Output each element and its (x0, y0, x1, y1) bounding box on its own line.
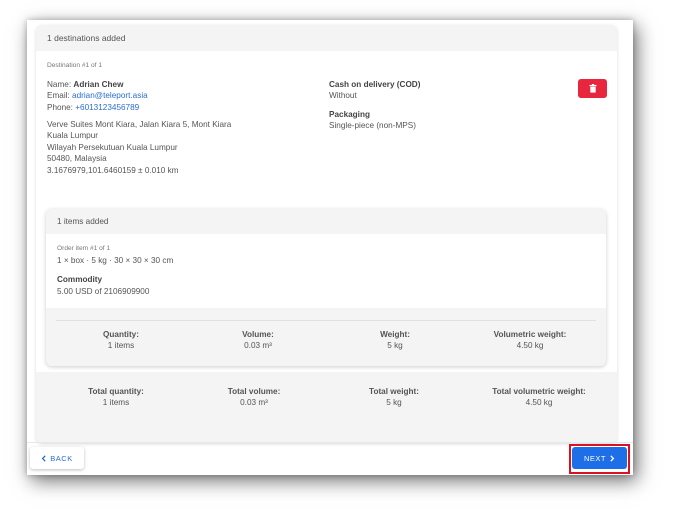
summary-label: Weight: (380, 330, 410, 339)
email-label: Email: (47, 91, 70, 101)
cod-value: Without (329, 91, 357, 101)
packaging-label: Packaging (329, 110, 370, 119)
destinations-count: 1 destinations added (47, 33, 126, 43)
summary-label: Quantity: (103, 330, 139, 339)
address-line: Kuala Lumpur (47, 131, 98, 141)
summary-value: 0.03 m³ (244, 341, 272, 350)
address-block: Verve Suites Mont Kiara, Jalan Kiara 5, … (47, 119, 231, 176)
email-row: Email: adrian@teleport.asia (47, 90, 148, 101)
order-item-index: Order item #1 of 1 (57, 245, 111, 252)
address-line: Verve Suites Mont Kiara, Jalan Kiara 5, … (47, 120, 232, 129)
address-coordinates: 3.1676979,101.6460159 ± 0.010 km (47, 165, 179, 175)
recipient-name: Adrian Chew (73, 80, 124, 89)
items-card: 1 items added Order item #1 of 1 1 × box… (46, 209, 606, 366)
name-row: Name: Adrian Chew (47, 79, 148, 90)
cod-block: Cash on delivery (COD) Without (329, 79, 420, 102)
item-summary-volume: Volume: 0.03 m³ (198, 330, 318, 350)
delete-destination-button[interactable] (578, 79, 607, 98)
total-value: 4.50 kg (525, 398, 553, 407)
name-label: Name: (47, 80, 72, 89)
total-value: 5 kg (386, 398, 402, 407)
total-volume: Total volume: 0.03 m³ (194, 387, 314, 407)
commodity-value: 5.00 USD of 2106909900 (57, 287, 150, 296)
total-value: 0.03 m³ (240, 398, 268, 407)
item-summary-quantity: Quantity: 1 items (61, 330, 181, 350)
address-line: Wilayah Persekutuan Kuala Lumpur (47, 142, 178, 152)
cod-label: Cash on delivery (COD) (329, 80, 421, 89)
summary-value: 5 kg (387, 341, 403, 350)
summary-label: Volumetric weight: (493, 330, 567, 339)
packaging-value: Single-piece (non-MPS) (329, 121, 416, 131)
address-line: 50480, Malaysia (47, 154, 107, 164)
footer-divider (27, 442, 633, 443)
total-label: Total weight: (369, 387, 419, 396)
summary-label: Volume: (242, 330, 274, 339)
screenshot-frame: 1 destinations added Destination #1 of 1… (27, 20, 633, 475)
destination-details: Destination #1 of 1 Name: Adrian Chew Em… (36, 51, 617, 372)
total-label: Total volume: (227, 387, 281, 396)
summary-value: 4.50 kg (516, 341, 544, 350)
next-label: NEXT (583, 453, 606, 463)
chevron-left-icon (41, 454, 46, 462)
total-quantity: Total quantity: 1 items (56, 387, 176, 407)
phone-label: Phone: (47, 102, 73, 112)
order-item: Order item #1 of 1 1 × box · 5 kg · 30 ×… (46, 234, 606, 308)
packaging-block: Packaging Single-piece (non-MPS) (329, 109, 416, 132)
contact-block: Name: Adrian Chew Email: adrian@teleport… (47, 79, 148, 113)
phone-row: Phone: +6013123456789 (47, 102, 148, 113)
commodity-label: Commodity (57, 275, 103, 284)
trash-icon (589, 84, 596, 93)
total-label: Total quantity: (88, 387, 144, 396)
next-button[interactable]: NEXT (572, 447, 627, 469)
item-summary-weight: Weight: 5 kg (335, 330, 455, 350)
back-label: BACK (50, 453, 73, 463)
total-weight: Total weight: 5 kg (334, 387, 454, 407)
destination-index: Destination #1 of 1 (47, 62, 102, 69)
back-button[interactable]: BACK (30, 447, 84, 469)
items-count: 1 items added (57, 217, 109, 226)
total-volumetric-weight: Total volumetric weight: 4.50 kg (478, 387, 600, 407)
total-value: 1 items (102, 398, 130, 407)
summary-value: 1 items (107, 341, 135, 350)
chevron-right-icon (610, 454, 615, 462)
email-link[interactable]: adrian@teleport.asia (72, 91, 148, 100)
items-divider (56, 320, 596, 321)
order-item-description: 1 × box · 5 kg · 30 × 30 × 30 cm (57, 256, 174, 265)
destinations-card: 1 destinations added Destination #1 of 1… (36, 25, 617, 443)
total-label: Total volumetric weight: (492, 387, 586, 396)
item-summary-volumetric-weight: Volumetric weight: 4.50 kg (470, 330, 590, 350)
phone-link[interactable]: +6013123456789 (75, 103, 139, 112)
